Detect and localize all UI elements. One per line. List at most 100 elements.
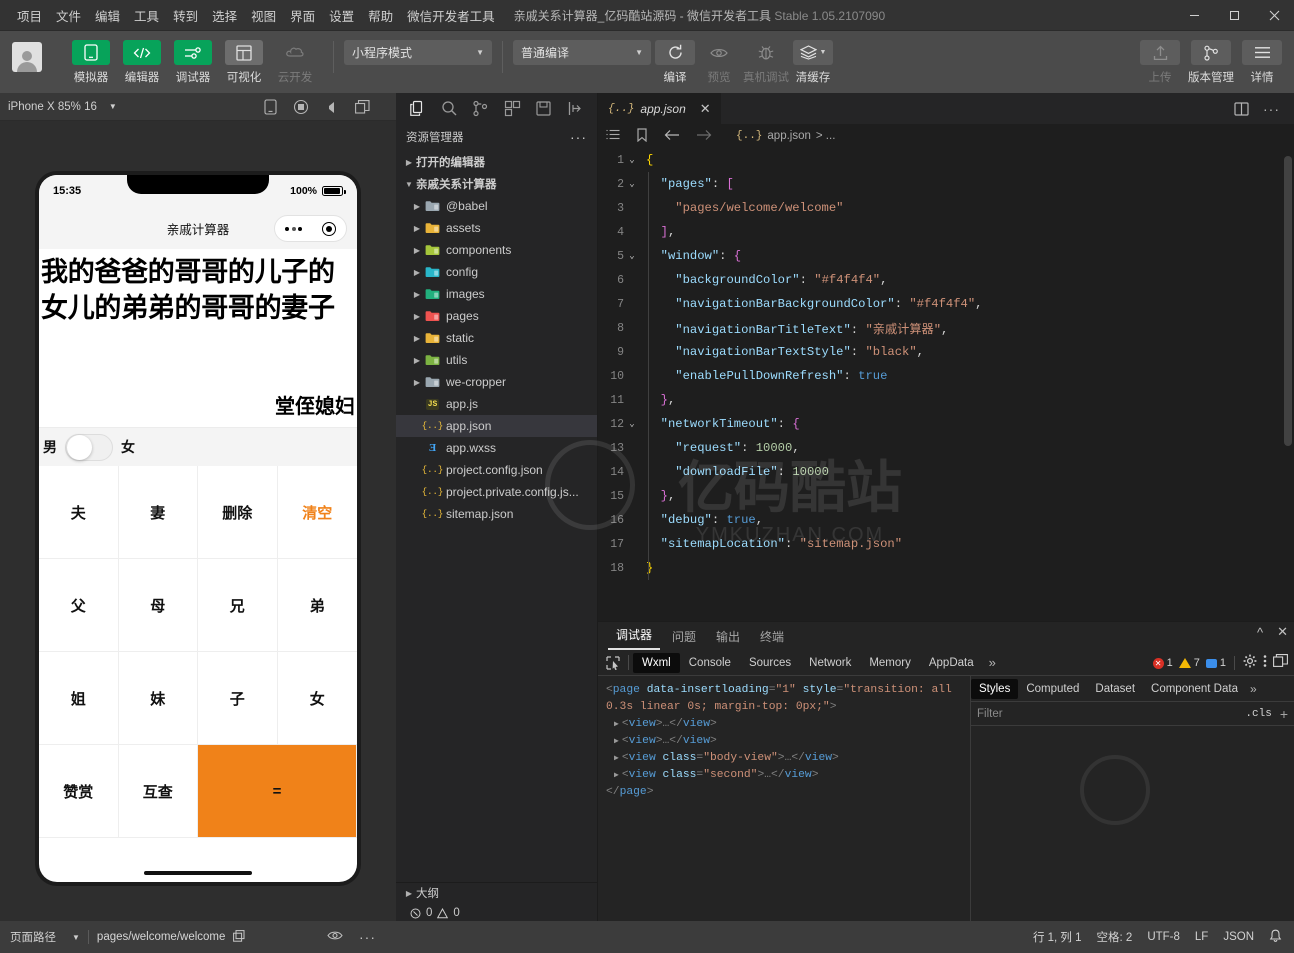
toolbar-模拟器[interactable]: 模拟器 bbox=[68, 40, 114, 85]
keypad-key-子[interactable]: 子 bbox=[198, 652, 278, 745]
warning-badge[interactable]: 7 bbox=[1178, 657, 1200, 669]
phone-rotate-icon[interactable] bbox=[264, 98, 277, 115]
tree-item-static[interactable]: ▶ static bbox=[396, 327, 597, 349]
toolbar-可视化[interactable]: 可视化 bbox=[221, 40, 267, 85]
kebab-icon[interactable] bbox=[1263, 654, 1267, 673]
wxml-node-0[interactable]: <page data-insertloading="1" style="tran… bbox=[606, 682, 962, 716]
action-编译[interactable]: 编译 bbox=[655, 40, 695, 85]
close-icon[interactable]: ✕ bbox=[700, 101, 711, 117]
language-indicator[interactable]: JSON bbox=[1223, 931, 1254, 943]
panel-tab-1[interactable]: 问题 bbox=[664, 628, 704, 650]
eol-indicator[interactable]: LF bbox=[1195, 931, 1208, 943]
styles-tab-dataset[interactable]: Dataset bbox=[1087, 679, 1143, 699]
menu-item-5[interactable]: 选择 bbox=[205, 2, 244, 29]
more-icon[interactable] bbox=[285, 226, 302, 231]
outline-list-icon[interactable] bbox=[606, 129, 620, 144]
forward-icon[interactable] bbox=[696, 129, 712, 144]
keypad-key-赞赏[interactable]: 赞赏 bbox=[39, 745, 119, 838]
menu-item-8[interactable]: 设置 bbox=[322, 2, 361, 29]
wxml-node-5[interactable]: </page> bbox=[606, 784, 962, 801]
keypad-key-女[interactable]: 女 bbox=[277, 652, 357, 745]
avatar[interactable] bbox=[12, 42, 42, 72]
toolbar-编辑器[interactable]: 编辑器 bbox=[119, 40, 165, 85]
close-button[interactable] bbox=[1254, 0, 1294, 31]
wechat-capsule[interactable] bbox=[274, 215, 347, 242]
error-badge[interactable]: ✕ 1 bbox=[1152, 657, 1173, 669]
extensions-icon[interactable] bbox=[504, 100, 521, 117]
tree-item-project.private.config.js...[interactable]: {..} project.private.config.js... bbox=[396, 481, 597, 503]
compile-select[interactable]: 普通编译 ▼ bbox=[513, 40, 651, 65]
dock-icon[interactable] bbox=[1273, 654, 1288, 672]
keypad-key-弟[interactable]: 弟 bbox=[277, 559, 357, 652]
collapse-icon[interactable] bbox=[567, 100, 584, 117]
menu-item-6[interactable]: 视图 bbox=[244, 2, 283, 29]
styles-tab-component-data[interactable]: Component Data bbox=[1143, 679, 1246, 699]
keypad-key-母[interactable]: 母 bbox=[118, 559, 198, 652]
add-rule-button[interactable]: + bbox=[1280, 706, 1288, 722]
keypad-key-姐[interactable]: 姐 bbox=[39, 652, 119, 745]
menu-item-1[interactable]: 文件 bbox=[49, 2, 88, 29]
styles-filter-input[interactable] bbox=[977, 707, 1246, 720]
more-icon[interactable]: ··· bbox=[359, 929, 376, 945]
element-picker-icon[interactable] bbox=[598, 655, 628, 670]
gear-icon[interactable] bbox=[1243, 654, 1257, 673]
expand-triangle-icon[interactable]: ▶ bbox=[614, 754, 619, 763]
devtools-overflow-icon[interactable]: » bbox=[983, 655, 1002, 670]
cls-button[interactable]: .cls bbox=[1245, 708, 1271, 720]
tree-item-we-cropper[interactable]: ▶ we-cropper bbox=[396, 371, 597, 393]
toolbar-调试器[interactable]: 调试器 bbox=[170, 40, 216, 85]
eye-icon[interactable] bbox=[327, 928, 343, 946]
panel-tab-2[interactable]: 输出 bbox=[708, 628, 748, 650]
tree-item-sitemap.json[interactable]: {..} sitemap.json bbox=[396, 503, 597, 525]
menu-item-10[interactable]: 微信开发者工具 bbox=[400, 2, 502, 29]
expand-triangle-icon[interactable]: ▶ bbox=[614, 737, 619, 746]
more-icon[interactable]: ··· bbox=[570, 129, 587, 145]
tree-item-images[interactable]: ▶ images bbox=[396, 283, 597, 305]
mode-select[interactable]: 小程序模式 ▼ bbox=[344, 40, 492, 65]
fold-chevron-icon[interactable]: ⌄ bbox=[624, 419, 640, 429]
tree-item-pages[interactable]: ▶ pages bbox=[396, 305, 597, 327]
tree-item-@babel[interactable]: ▶ @babel bbox=[396, 195, 597, 217]
wxml-node-1[interactable]: ▶ <view>…</view> bbox=[606, 716, 962, 733]
indent-indicator[interactable]: 空格: 2 bbox=[1097, 929, 1133, 945]
panel-tab-3[interactable]: 终端 bbox=[752, 628, 792, 650]
copy-icon[interactable] bbox=[233, 929, 245, 945]
encoding-indicator[interactable]: UTF-8 bbox=[1147, 931, 1180, 943]
keypad-key-清空[interactable]: 清空 bbox=[277, 466, 357, 559]
more-icon[interactable]: ··· bbox=[1263, 101, 1280, 117]
files-icon[interactable] bbox=[409, 100, 426, 117]
styles-overflow-icon[interactable]: » bbox=[1246, 682, 1257, 696]
menu-item-3[interactable]: 工具 bbox=[127, 2, 166, 29]
devtools-tab-appdata[interactable]: AppData bbox=[920, 653, 983, 673]
devtools-tab-wxml[interactable]: Wxml bbox=[633, 652, 680, 673]
line-col-indicator[interactable]: 行 1, 列 1 bbox=[1033, 929, 1082, 945]
wxml-node-4[interactable]: ▶ <view class="second">…</view> bbox=[606, 767, 962, 784]
keypad-key-兄[interactable]: 兄 bbox=[198, 559, 278, 652]
wxml-node-3[interactable]: ▶ <view class="body-view">…</view> bbox=[606, 750, 962, 767]
fold-chevron-icon[interactable]: ⌄ bbox=[624, 155, 640, 165]
tree-item-config[interactable]: ▶ config bbox=[396, 261, 597, 283]
tree-section-0[interactable]: ▶ 打开的编辑器 bbox=[396, 151, 597, 173]
info-badge[interactable]: 1 bbox=[1205, 657, 1226, 669]
collapse-icon[interactable]: ^ bbox=[1257, 625, 1263, 640]
keypad-key-=[interactable]: = bbox=[198, 745, 357, 838]
record-icon[interactable] bbox=[293, 99, 309, 115]
styles-tab-styles[interactable]: Styles bbox=[971, 678, 1019, 699]
bookmark-icon[interactable] bbox=[636, 127, 648, 145]
wxml-node-2[interactable]: ▶ <view>…</view> bbox=[606, 733, 962, 750]
keypad-key-互查[interactable]: 互查 bbox=[118, 745, 198, 838]
maximize-button[interactable] bbox=[1214, 0, 1254, 31]
close-icon[interactable]: ✕ bbox=[1277, 624, 1288, 640]
problem-counts[interactable]: 0 0 bbox=[396, 903, 597, 923]
wxml-tree[interactable]: <page data-insertloading="1" style="tran… bbox=[598, 676, 970, 922]
fold-chevron-icon[interactable]: ⌄ bbox=[624, 179, 640, 189]
back-icon[interactable] bbox=[664, 129, 680, 144]
right-action-详情[interactable]: 详情 bbox=[1242, 40, 1282, 85]
keypad-key-夫[interactable]: 夫 bbox=[39, 466, 119, 559]
tree-item-utils[interactable]: ▶ utils bbox=[396, 349, 597, 371]
expand-triangle-icon[interactable]: ▶ bbox=[614, 720, 619, 729]
action-预览[interactable]: 预览 bbox=[699, 40, 739, 85]
menu-item-9[interactable]: 帮助 bbox=[361, 2, 400, 29]
tree-item-project.config.json[interactable]: {..} project.config.json bbox=[396, 459, 597, 481]
expand-triangle-icon[interactable]: ▶ bbox=[614, 771, 619, 780]
